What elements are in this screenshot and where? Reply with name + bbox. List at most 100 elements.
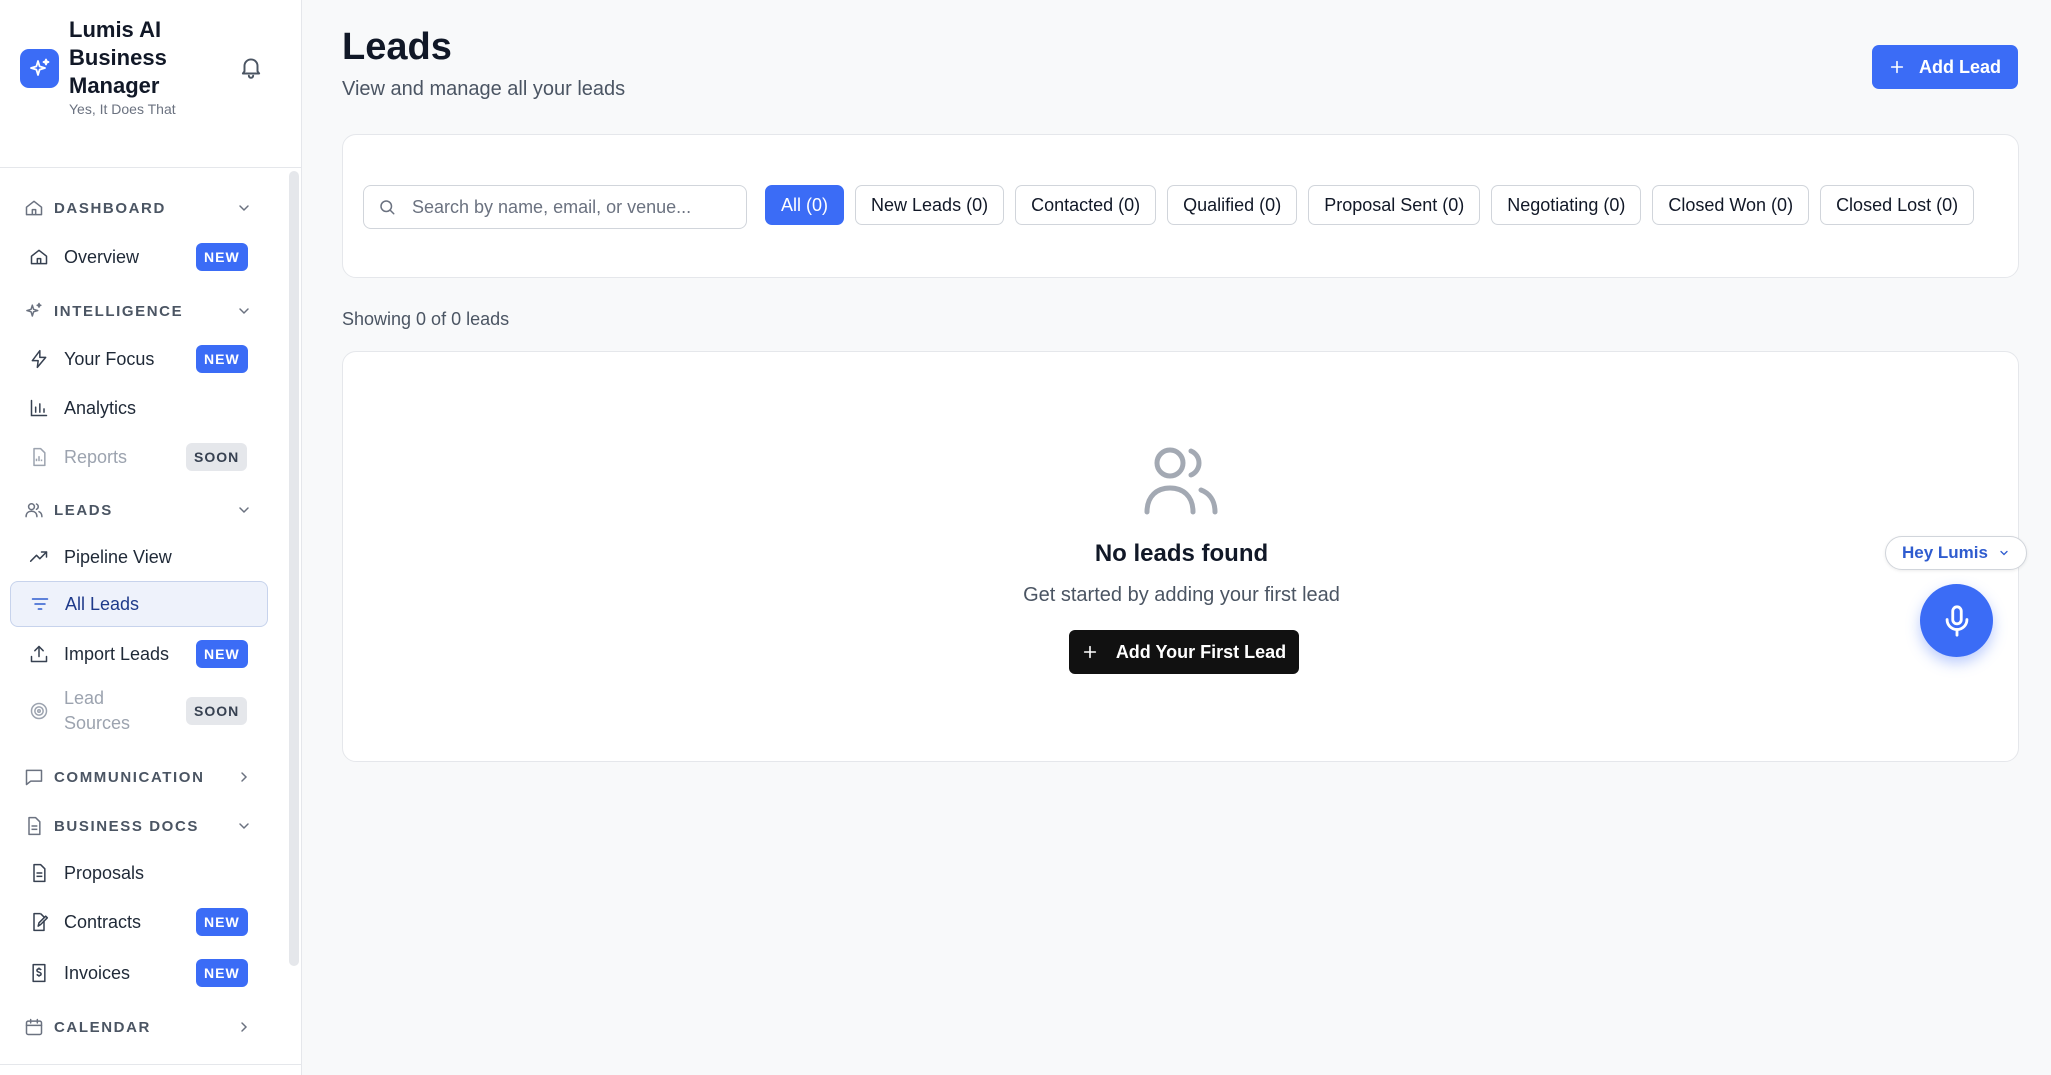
search-input[interactable] [412, 196, 732, 218]
soon-badge: SOON [186, 443, 248, 471]
add-lead-button[interactable]: Add Lead [1872, 45, 2018, 89]
target-icon [29, 701, 49, 721]
chevron-down-icon[interactable] [236, 818, 252, 834]
sidebar-item-reports: Reports SOON [10, 434, 268, 480]
sidebar-footer-divider [0, 1064, 302, 1065]
home-icon [24, 198, 44, 218]
empty-state-title: No leads found [1094, 540, 1269, 567]
section-dashboard[interactable]: DASHBOARD [24, 196, 252, 220]
chevron-down-icon[interactable] [236, 303, 252, 319]
sidebar-item-label: Pipeline View [64, 546, 172, 567]
chevron-down-icon [1988, 547, 2010, 559]
sparkles-icon [24, 301, 44, 321]
soon-badge: SOON [186, 697, 248, 725]
filter-qualified[interactable]: Qualified (0) [1167, 185, 1298, 225]
chevron-down-icon[interactable] [236, 502, 252, 518]
sidebar-item-all-leads[interactable]: All Leads [10, 581, 268, 627]
section-label: DASHBOARD [54, 199, 166, 217]
sidebar-item-label: All Leads [65, 593, 140, 614]
sidebar-item-pipeline-view[interactable]: Pipeline View [10, 534, 268, 580]
new-badge: NEW [196, 243, 248, 271]
chevron-down-icon[interactable] [236, 200, 252, 216]
search-icon [378, 198, 396, 216]
sidebar-item-label: Invoices [64, 962, 131, 983]
section-label: BUSINESS DOCS [54, 817, 199, 835]
brand-header: Lumis AI Business Manager Yes, It Does T… [0, 0, 301, 168]
section-intelligence[interactable]: INTELLIGENCE [24, 299, 252, 323]
home-icon [29, 247, 49, 267]
users-icon [24, 500, 44, 520]
filter-negotiating[interactable]: Negotiating (0) [1491, 185, 1642, 225]
new-badge: NEW [196, 345, 248, 373]
upload-icon [29, 644, 49, 664]
invoice-icon [29, 963, 49, 983]
app-tagline: Yes, It Does That [69, 101, 176, 117]
new-badge: NEW [196, 959, 248, 987]
assistant-label: Hey Lumis [1902, 543, 1988, 562]
filter-lines-icon [30, 594, 50, 614]
add-lead-label: Add Lead [1918, 56, 2001, 77]
section-label: COMMUNICATION [54, 768, 205, 786]
sidebar-item-import-leads[interactable]: Import Leads NEW [10, 631, 268, 677]
sidebar-item-contracts[interactable]: Contracts NEW [10, 899, 268, 945]
sidebar-item-lead-sources: Lead Sources SOON [10, 680, 268, 742]
section-calendar[interactable]: CALENDAR [24, 1015, 252, 1039]
sidebar-item-label: Your Focus [64, 348, 155, 369]
document-icon [29, 863, 49, 883]
filter-contacted[interactable]: Contacted (0) [1015, 185, 1157, 225]
sidebar-item-invoices[interactable]: Invoices NEW [10, 950, 268, 996]
plus-icon [1889, 59, 1919, 75]
page-subtitle: View and manage all your leads [342, 78, 626, 100]
sparkles-icon[interactable] [20, 49, 59, 88]
microphone-icon [1940, 604, 1974, 638]
sidebar-item-label: Analytics [64, 397, 137, 418]
sidebar-scrollbar[interactable] [289, 171, 299, 966]
section-business-docs[interactable]: BUSINESS DOCS [24, 814, 252, 838]
sidebar-item-label: Lead Sources [64, 688, 131, 733]
plus-icon [1082, 644, 1116, 660]
assistant-toggle[interactable]: Hey Lumis [1885, 536, 2027, 570]
bell-icon[interactable] [238, 54, 264, 80]
app-title: Lumis AI Business Manager [69, 17, 167, 98]
sidebar-item-label: Reports [64, 446, 128, 467]
filter-closed-lost[interactable]: Closed Lost (0) [1820, 185, 1975, 225]
trending-up-icon [29, 547, 49, 567]
add-first-lead-button[interactable]: Add Your First Lead [1069, 630, 1299, 674]
sidebar: Lumis AI Business Manager Yes, It Does T… [0, 0, 302, 1075]
filter-closed-won[interactable]: Closed Won (0) [1652, 185, 1810, 225]
new-badge: NEW [196, 908, 248, 936]
sidebar-item-label: Overview [64, 246, 140, 267]
lightning-icon [29, 349, 49, 369]
report-icon [29, 447, 49, 467]
chevron-right-icon[interactable] [236, 769, 252, 785]
page-title: Leads [342, 26, 452, 68]
section-label: CALENDAR [54, 1018, 151, 1036]
sidebar-item-proposals[interactable]: Proposals [10, 850, 268, 896]
status-filter-tabs: All (0) New Leads (0) Contacted (0) Qual… [765, 185, 1985, 225]
main-content: Leads View and manage all your leads Add… [303, 0, 2051, 1075]
add-first-lead-label: Add Your First Lead [1115, 641, 1287, 662]
chat-icon [24, 767, 44, 787]
section-communication[interactable]: COMMUNICATION [24, 765, 252, 789]
sidebar-item-label: Contracts [64, 911, 142, 932]
filter-new-leads[interactable]: New Leads (0) [855, 185, 1005, 225]
bar-chart-icon [29, 398, 49, 418]
calendar-icon [24, 1017, 44, 1037]
document-edit-icon [29, 912, 49, 932]
section-leads[interactable]: LEADS [24, 498, 252, 522]
empty-state-subtitle: Get started by adding your first lead [1023, 584, 1340, 606]
sidebar-item-overview[interactable]: Overview NEW [10, 234, 268, 280]
microphone-button[interactable] [1920, 584, 1993, 657]
section-label: LEADS [54, 501, 113, 519]
sidebar-item-analytics[interactable]: Analytics [10, 385, 268, 431]
empty-state-card: No leads found Get started by adding you… [342, 351, 2019, 762]
chevron-right-icon[interactable] [236, 1019, 252, 1035]
filter-card: All (0) New Leads (0) Contacted (0) Qual… [342, 134, 2019, 278]
sidebar-item-label: Proposals [64, 862, 145, 883]
new-badge: NEW [196, 640, 248, 668]
filter-all[interactable]: All (0) [765, 185, 845, 225]
sidebar-item-your-focus[interactable]: Your Focus NEW [10, 336, 268, 382]
search-box[interactable] [363, 185, 747, 229]
section-label: INTELLIGENCE [54, 302, 184, 320]
filter-proposal-sent[interactable]: Proposal Sent (0) [1308, 185, 1481, 225]
